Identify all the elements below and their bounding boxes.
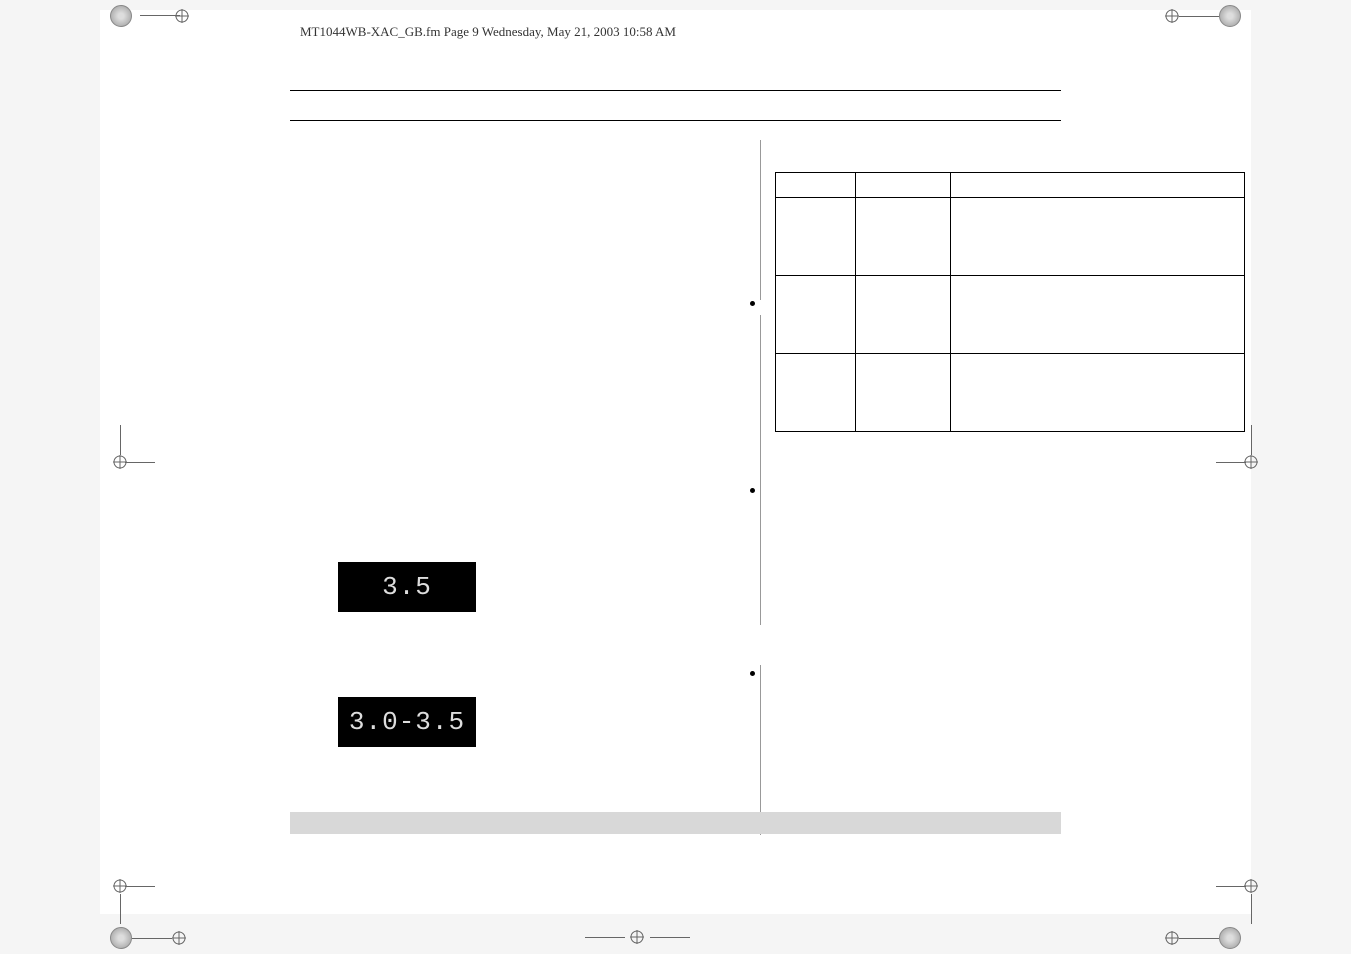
column-divider [760,315,761,625]
table-cell [856,276,951,354]
page-container: MT1044WB-XAC_GB.fm Page 9 Wednesday, May… [100,10,1251,914]
lcd-value: 3.5 [382,572,432,602]
table-cell [951,354,1245,432]
lcd-value: 3.0-3.5 [349,707,465,737]
table-row [776,276,1245,354]
table-row [776,354,1245,432]
lcd-display-1: 3.5 [338,562,476,612]
table-cell [776,198,856,276]
table-cell [951,276,1245,354]
table-cell [856,198,951,276]
crop-mark-icon [1165,927,1241,949]
data-table [775,172,1245,432]
column-divider [760,665,761,835]
header-rule-outer [290,90,1061,91]
table-cell [951,173,1245,198]
column-divider [760,140,761,300]
bullet-icon [750,488,755,493]
footer-bar [290,812,1061,834]
table-cell [856,354,951,432]
table-row [776,198,1245,276]
header-rule-inner [290,120,1061,121]
table-cell [776,276,856,354]
bullet-icon [750,671,755,676]
table-cell [951,198,1245,276]
crop-mark-icon [110,927,186,949]
bullet-icon [750,301,755,306]
lcd-display-2: 3.0-3.5 [338,697,476,747]
table-cell [776,173,856,198]
header-filename: MT1044WB-XAC_GB.fm Page 9 Wednesday, May… [300,24,676,40]
crop-mark-icon [630,930,644,949]
table-cell [856,173,951,198]
table-cell [776,354,856,432]
table-row [776,173,1245,198]
